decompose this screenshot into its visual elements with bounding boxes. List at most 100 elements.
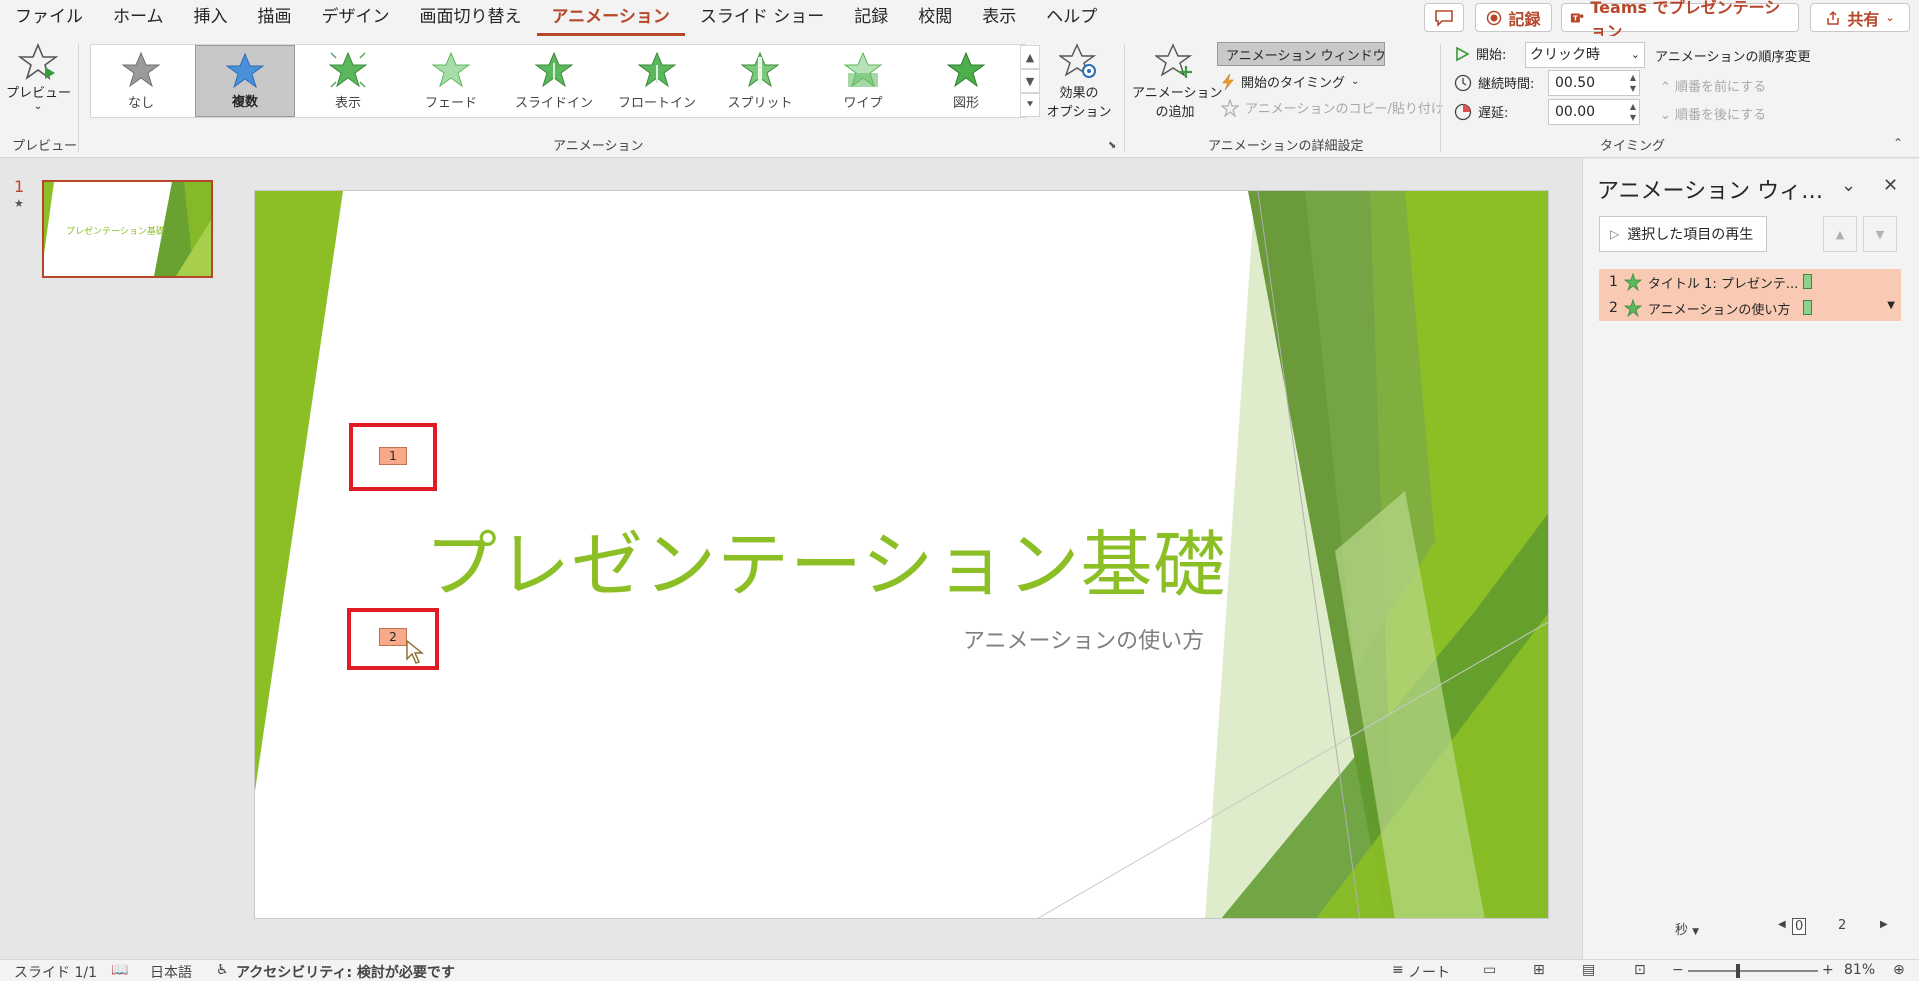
gallery-item-fade[interactable]: フェード [401,45,501,117]
slide-canvas[interactable]: 1 2 プレゼンテーション基礎 アニメーションの使い方 [254,190,1549,919]
gallery-item-appear[interactable]: 表示 [298,45,398,117]
zoom-thumb[interactable] [1736,964,1740,978]
tab-file[interactable]: ファイル [0,0,98,36]
duration-input[interactable]: 00.50 ▲ ▼ [1548,70,1640,96]
share-chevron-icon: ⌄ [1885,11,1895,24]
pane-title: アニメーション ウィ… [1597,179,1824,204]
start-label: 開始: [1476,48,1507,63]
star-wipe-icon [844,51,882,88]
notes-icon: ≡ [1392,962,1404,978]
tab-transitions[interactable]: 画面切り替え [405,0,537,36]
separator [1440,44,1441,152]
fit-slide-icon[interactable]: ⊕ [1893,962,1905,978]
effect-options-button[interactable]: 効果の オプション [1044,42,1114,126]
animation-tag-2[interactable]: 2 [379,628,407,646]
timeline-left-icon[interactable]: ◀ [1778,919,1786,930]
animation-painter-button[interactable]: アニメーションのコピー/貼り付け [1221,98,1444,117]
pane-close-icon[interactable]: ✕ [1883,175,1898,196]
gallery-item-multiple[interactable]: 複数 [195,45,295,117]
preview-button[interactable]: プレビュー ⌄ [6,42,72,126]
gallery-scroll-down-icon[interactable]: ▼ [1020,69,1040,93]
zoom-out-icon[interactable]: − [1672,962,1684,978]
preview-label: プレビュー [6,86,72,101]
tab-animations[interactable]: アニメーション [536,0,685,36]
start-select[interactable]: クリック時 ⌄ [1525,42,1645,68]
spellcheck-icon[interactable]: 📖 [111,962,128,978]
zoom-level[interactable]: 81% [1844,962,1875,978]
animation-list-item[interactable]: 2 アニメーションの使い方 ▼ [1599,295,1901,321]
move-down-button[interactable]: ▼ [1863,216,1897,252]
tab-review[interactable]: 校閲 [903,0,967,36]
tab-record[interactable]: 記録 [839,0,903,36]
normal-view-icon[interactable]: ▭ [1483,962,1496,978]
tab-help[interactable]: ヘルプ [1031,0,1112,36]
animation-window-button[interactable]: アニメーション ウィンドウ [1217,42,1386,66]
play-selected-button[interactable]: ▷ 選択した項目の再生 [1599,216,1767,252]
gallery-scroll-up-icon[interactable]: ▲ [1020,45,1040,69]
record-label: 記録 [1508,9,1541,29]
animation-list-item[interactable]: 1 タイトル 1: プレゼンテ... [1599,269,1901,295]
slide-sorter-icon[interactable]: ⊞ [1533,962,1545,978]
ribbon: プレビュー ⌄ プレビュー なし 複数 表示 フェード スライドイン フロートイ… [0,36,1919,158]
duration-spinner-icon[interactable]: ▲ ▼ [1630,72,1636,94]
add-animation-label-1: アニメーション [1132,86,1223,101]
move-up-button[interactable]: ▲ [1823,216,1857,252]
tab-design[interactable]: デザイン [307,0,405,36]
tab-view[interactable]: 表示 [967,0,1031,36]
share-button[interactable]: 共有 ⌄ [1810,3,1910,32]
delay-label: 遅延: [1478,106,1509,121]
teams-present-button[interactable]: T Teams でプレゼンテーション [1561,0,1799,41]
delay-row: 遅延: [1454,102,1508,121]
add-animation-button[interactable]: アニメーション の追加 [1132,42,1223,126]
gallery-item-float-in[interactable]: フロートイン [607,45,707,117]
gallery-item-fly-in[interactable]: スライドイン [504,45,604,117]
zoom-in-icon[interactable]: + [1822,962,1834,978]
accessibility-icon: ♿ [216,962,229,978]
gallery-item-shape[interactable]: 図形 [916,45,1016,117]
start-select-chevron-icon: ⌄ [1630,48,1640,61]
move-later-button[interactable]: ⌄ 順番を後にする [1660,104,1766,123]
reorder-label: アニメーションの順序変更 [1655,50,1811,65]
slide-title[interactable]: プレゼンテーション基礎 [425,506,1227,611]
duration-value: 00.50 [1555,75,1596,91]
gallery-item-wipe[interactable]: ワイプ [813,45,913,117]
animation-tag-1[interactable]: 1 [379,447,407,465]
zoom-slider[interactable] [1688,964,1818,978]
tab-draw[interactable]: 描画 [243,0,307,36]
accessibility-label[interactable]: アクセシビリティ: 検討が必要です [236,962,455,981]
tab-insert[interactable]: 挿入 [179,0,243,36]
tab-home[interactable]: ホーム [98,0,179,36]
gallery-more-icon[interactable]: ⯆ [1020,93,1040,117]
powerpoint-window: ファイル ホーム 挿入 描画 デザイン 画面切り替え アニメーション スライド … [0,0,1919,981]
dialog-launcher-icon[interactable]: ⬊ [1108,140,1116,151]
gallery-item-none[interactable]: なし [91,45,191,117]
separator [78,44,79,152]
item-dropdown-icon[interactable]: ▼ [1887,300,1895,311]
share-label: 共有 [1847,9,1880,29]
seconds-dropdown[interactable]: 秒 ▼ [1675,919,1699,938]
slide-thumbnail[interactable]: プレゼンテーション基礎 [42,180,213,278]
duration-label: 継続時間: [1478,77,1535,92]
delay-input[interactable]: 00.00 ▲ ▼ [1548,99,1640,125]
slideshow-view-icon[interactable]: ⊡ [1634,962,1646,978]
gallery-item-split[interactable]: スプリット [710,45,810,117]
animation-painter-label: アニメーションのコピー/貼り付け [1245,102,1444,117]
language-label[interactable]: 日本語 [150,962,192,981]
notes-button[interactable]: ノート [1408,962,1450,981]
record-button[interactable]: 記録 [1475,3,1552,32]
tab-slideshow[interactable]: スライド ショー [685,0,839,36]
timeline-bar [1803,300,1812,315]
start-timing-button[interactable]: 開始のタイミング ⌄ [1221,72,1359,91]
add-animation-icon [1155,43,1193,78]
slide-subtitle[interactable]: アニメーションの使い方 [963,623,1204,655]
mouse-cursor-icon [406,639,424,664]
delay-spinner-icon[interactable]: ▲ ▼ [1630,101,1636,123]
reading-view-icon[interactable]: ▤ [1582,962,1595,978]
animation-item-label: タイトル 1: プレゼンテ... [1647,276,1799,292]
move-earlier-button[interactable]: ⌃ 順番を前にする [1660,76,1766,95]
timeline-right-icon[interactable]: ▶ [1880,919,1888,930]
pane-options-chevron-icon[interactable]: ⌄ [1841,175,1856,196]
separator [1124,44,1125,152]
comments-button[interactable] [1424,3,1464,32]
collapse-ribbon-icon[interactable]: ⌃ [1893,136,1903,150]
